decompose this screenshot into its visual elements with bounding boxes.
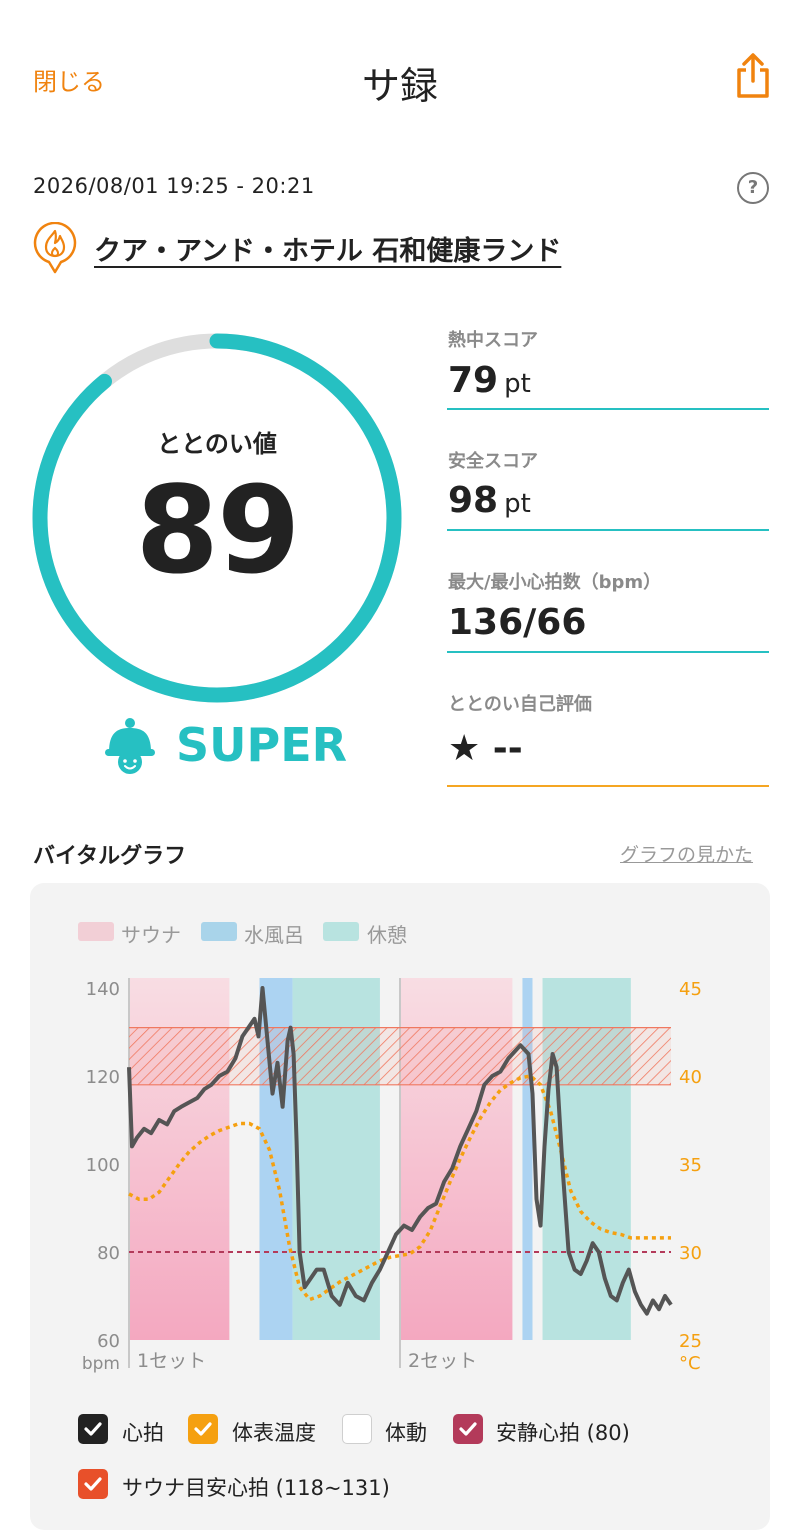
- sauna-target-hr-checkbox[interactable]: [78, 1469, 108, 1499]
- skin-temp-checkbox[interactable]: [188, 1414, 218, 1444]
- resting-hr-checkbox-label: 安静心拍 (80): [496, 1421, 630, 1445]
- y-right-tick: 25: [679, 1331, 702, 1352]
- sauna-target-band: [129, 1027, 671, 1085]
- y-right-tick: 35: [679, 1155, 702, 1176]
- body-motion-checkbox[interactable]: [342, 1414, 372, 1444]
- body-motion-checkbox-label: 体動: [385, 1421, 427, 1445]
- y-left-tick: 120: [86, 1067, 120, 1088]
- resting-hr-checkbox[interactable]: [453, 1414, 483, 1444]
- skin-temp-checkbox-label: 体表温度: [232, 1421, 316, 1445]
- heart-rate-checkbox[interactable]: [78, 1414, 108, 1444]
- y-right-tick: 40: [679, 1067, 702, 1088]
- set-label: 2セット: [408, 1350, 477, 1372]
- y-left-tick: 100: [86, 1155, 120, 1176]
- y-right-tick: 45: [679, 979, 702, 1000]
- set-label: 1セット: [137, 1350, 206, 1372]
- heart-rate-checkbox-label: 心拍: [122, 1421, 164, 1445]
- y-left-tick: 80: [97, 1243, 120, 1264]
- sauna-target-hr-checkbox-label: サウナ目安心拍 (118~131): [122, 1476, 390, 1500]
- y-left-tick: 60: [97, 1331, 120, 1352]
- y-right-tick: 30: [679, 1243, 702, 1264]
- y-left-unit: bpm: [82, 1354, 120, 1374]
- vital-chart: 140 120 100 80 60 45 40 35 30 25 bpm °C 1セット 2セット: [82, 978, 702, 1374]
- y-left-tick: 140: [86, 979, 120, 1000]
- y-right-unit: °C: [679, 1353, 701, 1374]
